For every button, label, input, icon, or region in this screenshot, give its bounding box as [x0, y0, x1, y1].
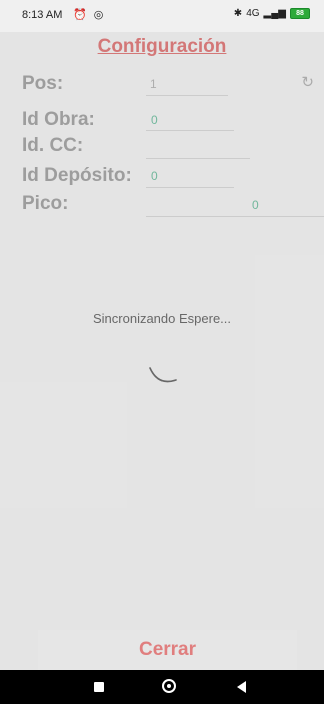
loading-spinner-icon — [149, 367, 177, 383]
battery-icon: 88 — [290, 8, 310, 19]
pos-value[interactable]: 1 — [150, 77, 157, 91]
alarm-icon: ⏰ — [73, 9, 89, 21]
bluetooth-icon: ✱ — [233, 8, 243, 19]
network-type: 4G — [246, 8, 260, 19]
page-title: Configuración — [97, 36, 227, 57]
id-deposito-value[interactable]: 0 — [151, 169, 158, 183]
recents-icon[interactable] — [94, 682, 104, 692]
id-deposito-label: Id Depósito: — [22, 165, 132, 186]
id-cc-label: Id. CC: — [22, 135, 84, 156]
refresh-icon[interactable]: ↻ — [301, 73, 314, 91]
id-obra-label: Id Obra: — [22, 109, 95, 130]
pico-underline — [146, 216, 324, 217]
signal-icon: ▂▄▆ — [263, 8, 286, 19]
pos-underline — [146, 95, 228, 96]
id-deposito-underline — [146, 187, 234, 188]
status-time: 8:13 AM — [22, 9, 63, 21]
app-screen: 8:13 AM ⏰ ◎ ✱ 4G ▂▄▆ 88 Configuración Po… — [0, 0, 324, 704]
pico-label: Pico: — [22, 193, 69, 214]
id-obra-value[interactable]: 0 — [151, 113, 158, 127]
close-button[interactable]: Cerrar — [38, 630, 297, 670]
status-bar: 8:13 AM ⏰ ◎ ✱ 4G ▂▄▆ 88 — [0, 0, 324, 32]
pos-label: Pos: — [22, 73, 64, 94]
sync-message: Sincronizando Espere... — [92, 311, 232, 326]
back-icon[interactable] — [237, 681, 246, 693]
id-cc-underline — [146, 158, 250, 159]
id-obra-underline — [146, 130, 234, 131]
system-nav-bar — [0, 670, 324, 704]
pico-value[interactable]: 0 — [252, 198, 259, 212]
battery-level: 88 — [296, 10, 304, 17]
status-left-icons: ⏰ ◎ — [73, 8, 105, 21]
home-icon[interactable] — [162, 679, 176, 693]
status-right-icons: ✱ 4G ▂▄▆ 88 — [234, 8, 310, 19]
target-icon: ◎ — [93, 9, 106, 21]
